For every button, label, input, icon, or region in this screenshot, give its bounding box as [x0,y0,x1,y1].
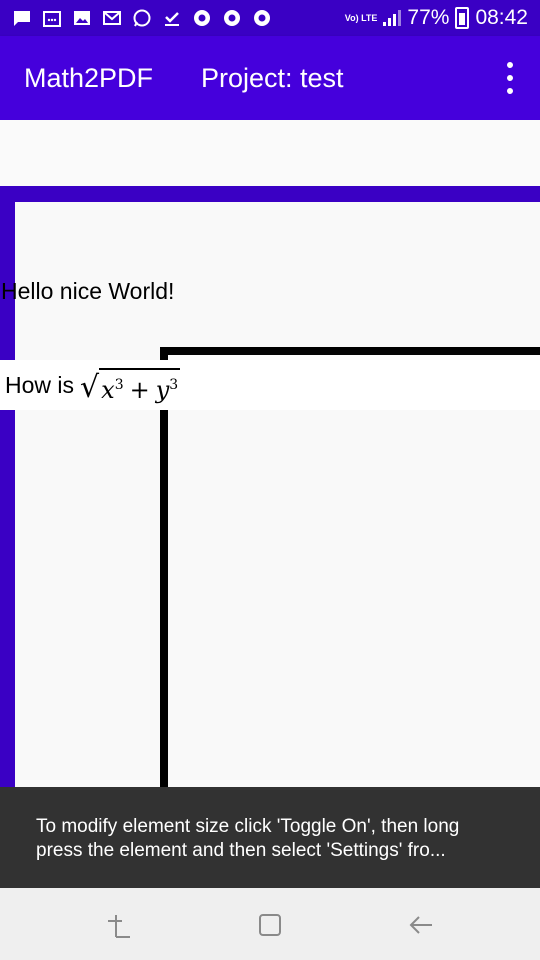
clock: 08:42 [475,6,528,29]
base-x: x [101,375,115,404]
radicand: x3 + y3 [99,367,181,404]
status-indicators: Vo) LTE 77% 08:42 [345,6,528,30]
document-canvas: Hello nice World! How is √ x3 + y3 [0,120,540,787]
math-prefix-text: How is [5,371,75,398]
sqrt-symbol: √ [80,369,100,405]
app-bar: Math2PDF Project: test [0,36,540,120]
recent-apps-icon[interactable] [104,910,134,940]
chrome-icon [194,10,210,26]
volte-indicator: Vo) LTE [344,12,378,23]
chat-icon [14,11,30,26]
status-bar: Vo) LTE 77% 08:42 [0,0,540,36]
more-vert-icon[interactable] [498,62,522,94]
exponent-x: 3 [114,376,124,393]
image-icon [74,11,90,25]
calendar-icon [43,11,61,27]
signal-icon [383,10,402,26]
notification-icons [12,8,272,28]
chrome-icon [224,10,240,26]
back-icon[interactable] [406,910,436,940]
whatsapp-icon [133,9,151,27]
snackbar-message: To modify element size click 'Toggle On'… [36,816,460,861]
project-title: Project: test [201,63,344,93]
snackbar: To modify element size click 'Toggle On'… [0,787,540,888]
app-name: Math2PDF [24,63,154,93]
navigation-bar [0,888,540,960]
home-icon[interactable] [255,910,285,940]
text-element[interactable]: Hello nice World! [1,278,174,305]
download-done-icon [165,12,179,26]
plus-operator: + [129,375,150,404]
math-element[interactable]: How is √ x3 + y3 [0,360,540,410]
base-y: y [155,375,170,404]
battery-icon [455,7,470,29]
chrome-icon [254,10,270,26]
exponent-y: 3 [169,376,179,393]
gmail-icon [103,11,121,25]
inner-frame-element[interactable] [160,347,540,787]
math-formula: √ x3 + y3 [80,367,181,405]
battery-percent: 77% [407,6,450,29]
